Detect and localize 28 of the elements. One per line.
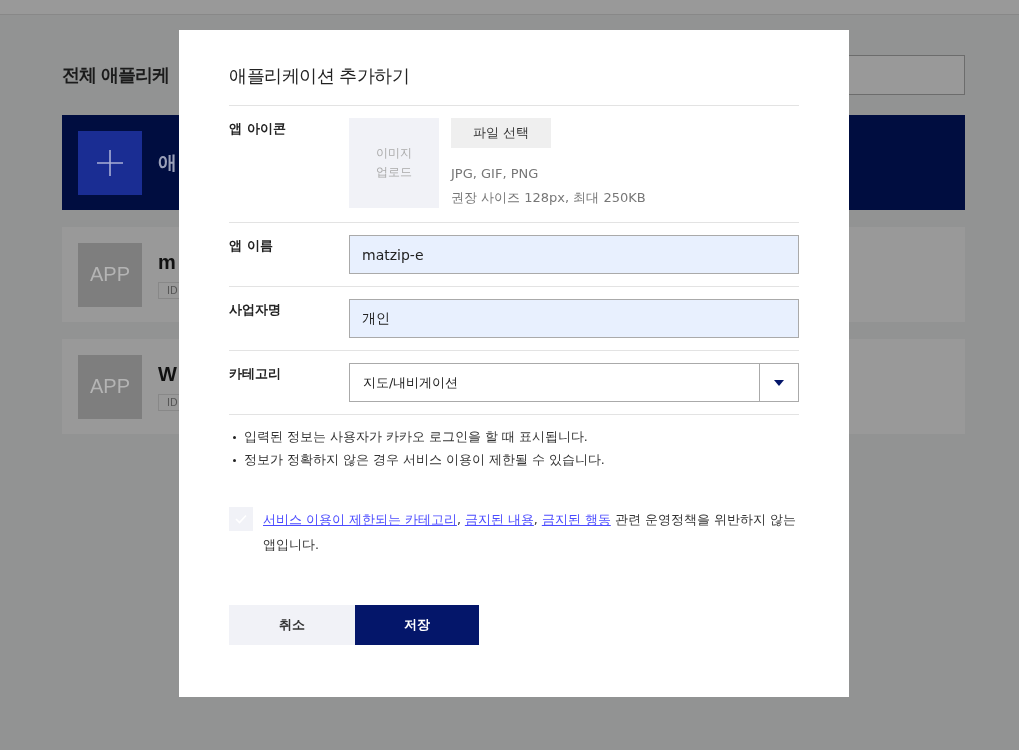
text-field[interactable]: matzip-e: [349, 235, 799, 274]
cancel-button[interactable]: 취소: [229, 605, 355, 645]
page-title: 전체 애플리케: [62, 63, 170, 87]
app-name: W: [158, 362, 177, 386]
dropdown-value: 지도/내비게이션: [362, 373, 460, 392]
file-select-button[interactable]: 파일 선택: [451, 118, 551, 148]
category-dropdown[interactable]: 지도/내비게이션: [349, 363, 799, 402]
field-label: 카테고리: [229, 365, 282, 383]
field-label: 앱 이름: [229, 237, 274, 255]
agreement-text: 서비스 이용이 제한되는 카테고리, 금지된 내용, 금지된 행동 관련 운영정책을 위반하지 않는 앱입니다.: [263, 511, 797, 554]
save-button[interactable]: 저장: [355, 605, 479, 645]
dialog-title: 애플리케이션 추가하기: [229, 30, 799, 106]
bullet-icon: [233, 459, 236, 462]
bullet-icon: [233, 436, 236, 439]
note-text: 입력된 정보는 사용자가 카카오 로그인을 할 때 표시됩니다.: [244, 429, 588, 446]
app-name: m: [158, 250, 176, 274]
policy-link[interactable]: 금지된 내용: [464, 512, 534, 527]
add-app-label: 애: [158, 149, 177, 175]
policy-link[interactable]: 금지된 행동: [541, 512, 611, 527]
note-text: 정보가 정확하지 않은 경우 서비스 이용이 제한될 수 있습니다.: [244, 452, 605, 469]
field-label: 앱 아이콘: [229, 120, 287, 138]
hint-text: JPG, GIF, PNG: [451, 165, 539, 183]
text-field[interactable]: 개인: [349, 299, 799, 338]
field-label: 사업자명: [229, 301, 282, 319]
plus-icon: [97, 149, 123, 176]
caret-icon: [774, 379, 784, 386]
policy-link[interactable]: 서비스 이용이 제한되는 카테고리: [263, 512, 457, 527]
hint-text: 권장 사이즈 128px, 최대 250KB: [451, 189, 646, 207]
